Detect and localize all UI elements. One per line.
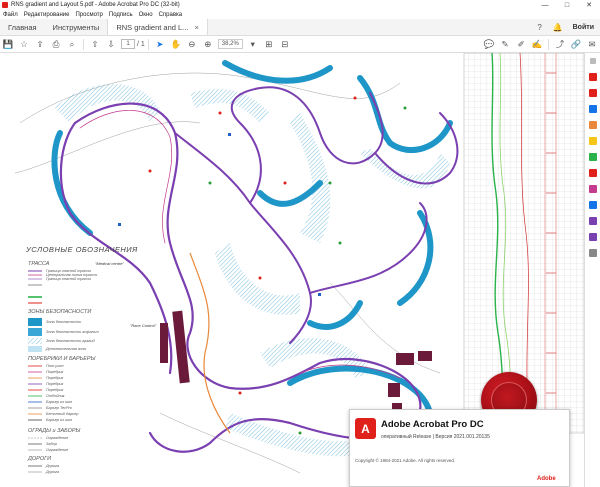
legend-barrier-item: Отбойник [46,394,65,398]
close-button[interactable]: ✕ [578,0,600,10]
legend-barrier-item: Барьер TecPro [46,406,72,410]
export-pdf-icon[interactable] [585,69,600,85]
zoom-dropdown-icon[interactable]: ▾ [245,37,261,51]
minimize-button[interactable]: — [534,0,556,10]
toolbar: 💾 ☆ ⇪ ⎙ ⌕ ⇧ ⇩ 1 / 1 ➤ ✋ ⊖ ⊕ 38,2% ▾ ⊞ ⊟ … [0,36,600,53]
scroll-mode-icon[interactable]: ⊟ [277,37,293,51]
tab-spacer [208,19,531,35]
legend-fence-item: Ограждение [46,448,69,452]
zoom-level-select[interactable]: 38,2% [217,39,243,49]
bookmark-star-icon[interactable]: ☆ [16,37,32,51]
search-icon[interactable]: ⌕ [64,37,80,51]
legend-fences-heading: ОГРАДЫ и ЗАБОРЫ [28,428,81,434]
tab-document[interactable]: RNS gradient and L... × [107,19,208,35]
toolbar-divider [83,38,84,50]
legend-barrier-item: Поребрик [46,376,64,380]
acrobat-logo-icon: A [355,418,376,439]
menu-edit[interactable]: Редактирование [24,12,70,18]
adobe-brand: Adobe [537,476,556,482]
rail-scroll-icon[interactable] [585,53,600,69]
fill-sign-icon[interactable] [585,213,600,229]
race-control-label: "Race Control" [130,323,157,328]
comment-tool-icon[interactable] [585,133,600,149]
notifications-icon[interactable]: 🔔 [549,19,567,35]
legend-roads-heading: ДОРОГИ [28,456,52,462]
tab-close-icon[interactable]: × [194,23,198,32]
legend-safety-item: Дополнительная зона [46,347,86,351]
legend-barrier-item: Барьер из шин [46,400,73,404]
legend-road-item: Дорога [46,470,59,474]
pen-icon[interactable]: ✎ [497,37,513,51]
menu-view[interactable]: Просмотр [75,12,102,18]
legend-barrier-item: Пит-уолл [46,364,64,368]
upload-icon[interactable]: ⇪ [32,37,48,51]
menu-file[interactable]: Файл [3,12,18,18]
legend-fence-item: Забор [46,442,57,446]
copyright-text: Copyright © 1984-2021 Adobe. All rights … [355,458,456,463]
sign-icon[interactable]: ✍ [529,37,545,51]
create-pdf-icon[interactable] [585,85,600,101]
legend-safety-heading: ЗОНЫ БЕЗОПАСНОСТИ [28,309,92,315]
share-link-icon[interactable]: 🔗 [568,37,584,51]
combine-files-icon[interactable] [585,101,600,117]
page-down-icon[interactable]: ⇩ [103,37,119,51]
mail-icon[interactable]: ✉ [584,37,600,51]
legend-fence-item: Ограждение [46,436,69,440]
menu-window[interactable]: Окно [139,12,153,18]
window-title: RNS gradient and Layout 5.pdf - Adobe Ac… [11,2,180,8]
product-name: Adobe Acrobat Pro DC [381,419,484,430]
protect-icon[interactable] [585,197,600,213]
menu-bar: Файл Редактирование Просмотр Подпись Окн… [0,10,600,19]
legend-safety-item: Зона безопасности асфальт [46,330,99,334]
tab-document-label: RNS gradient and L... [116,22,189,32]
signin-button[interactable]: Войти [567,19,600,35]
comment-icon[interactable]: 💬 [481,37,497,51]
menu-sign[interactable]: Подпись [109,12,133,18]
redact-icon[interactable] [585,181,600,197]
page-total: / 1 [137,40,145,48]
legend-track-item: Граница опасной трассы [46,277,92,281]
page-number-input[interactable]: 1 [121,39,135,49]
fit-page-icon[interactable]: ⊞ [261,37,277,51]
menu-help[interactable]: Справка [159,12,183,18]
zoom-out-icon[interactable]: ⊖ [184,37,200,51]
acrobat-app-icon [2,2,8,8]
help-icon[interactable]: ? [531,19,549,35]
legend-road-item: Дорога [46,464,59,468]
legend-barrier-item: Барьер из шин [46,418,73,422]
legend-title: УСЛОВНЫЕ ОБОЗНАЧЕНИЯ [26,245,138,254]
about-splash-dialog: A Adobe Acrobat Pro DC оперативный Relea… [349,409,570,487]
legend-barrier-item: Поребрик [46,370,64,374]
save-icon[interactable]: 💾 [0,37,16,51]
print-icon[interactable]: ⎙ [48,37,64,51]
more-tools-icon[interactable] [585,245,600,261]
legend-barrier-item: Бетонный барьер [46,412,79,416]
maximize-button[interactable]: □ [556,0,578,10]
organize-pages-icon[interactable] [585,149,600,165]
legend-safety-item: Зона безопасности гравий [46,339,95,343]
legend-barrier-item: Поребрик [46,382,64,386]
tab-home[interactable]: Главная [0,19,45,35]
legend-track-heading: ТРАССА [28,261,50,267]
compress-pdf-icon[interactable] [585,165,600,181]
select-cursor-icon[interactable]: ➤ [152,37,168,51]
zoom-in-icon[interactable]: ⊕ [200,37,216,51]
right-tool-rail [584,53,600,487]
legend-safety-item: Зона безопасности [46,320,82,324]
edit-pdf-icon[interactable] [585,117,600,133]
toolbar-divider [147,38,149,50]
version-info: оперативный Release | Версия 2021.001.20… [381,434,490,440]
medical-centre-label: "Medical centre" [95,261,124,266]
legend-barrier-item: Поребрик [46,388,64,392]
page-up-icon[interactable]: ⇧ [87,37,103,51]
toolbar-divider [548,38,549,50]
send-for-signature-icon[interactable] [585,229,600,245]
title-bar: RNS gradient and Layout 5.pdf - Adobe Ac… [0,0,600,10]
legend-barriers-heading: ПОРЕБРИКИ И БАРЬЕРЫ [28,356,96,362]
tab-tools[interactable]: Инструменты [45,19,108,35]
highlight-icon[interactable]: ✐ [513,37,529,51]
tab-bar: Главная Инструменты RNS gradient and L..… [0,19,600,36]
hand-tool-icon[interactable]: ✋ [168,37,184,51]
share-icon[interactable]: ⤴ [552,37,568,51]
